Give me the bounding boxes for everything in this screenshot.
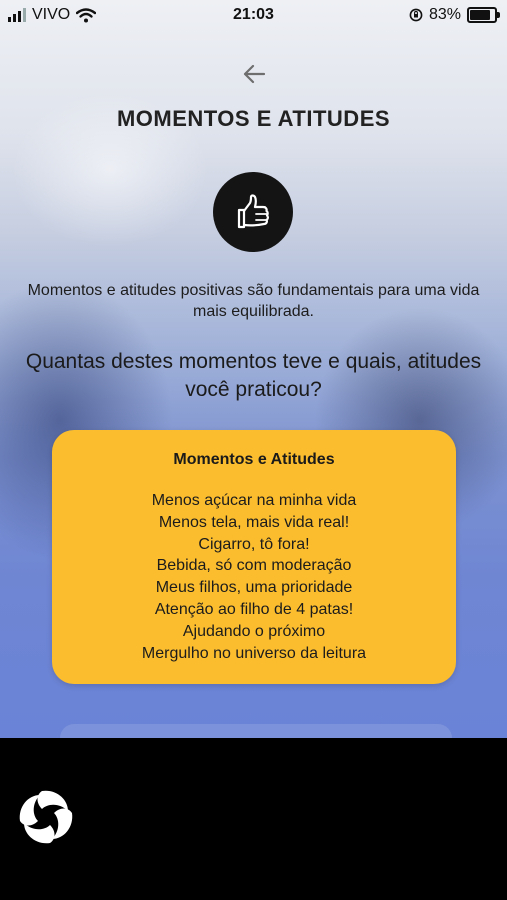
moments-card[interactable]: Momentos e Atitudes Menos açúcar na minh…	[52, 430, 456, 684]
nav-my-performance[interactable]: MEU DESEMPENHO	[414, 800, 507, 840]
status-bar: VIVO 21:03 83%	[0, 0, 507, 30]
moment-item[interactable]: Cigarro, tô fora!	[52, 534, 456, 556]
battery-percent: 83%	[428, 6, 461, 23]
battery-icon	[467, 7, 500, 23]
moments-list: Menos açúcar na minha vida Menos tela, m…	[52, 490, 456, 664]
card-title: Momentos e Atitudes	[173, 451, 335, 468]
moment-item[interactable]: Atenção ao filho de 4 patas!	[52, 599, 456, 621]
arrow-left-icon[interactable]	[238, 58, 270, 90]
moment-item[interactable]: Ajudando o próximo	[52, 621, 456, 643]
moment-item[interactable]: Menos tela, mais vida real!	[52, 512, 456, 534]
nav-insight-of-day[interactable]: INSIGHT DO DIA	[326, 800, 412, 840]
thumbs-up-badge	[213, 172, 293, 252]
app-logo-icon[interactable]	[15, 786, 77, 848]
orientation-lock-icon	[409, 8, 423, 22]
moment-item[interactable]: Bebida, só com moderação	[52, 555, 456, 577]
nav-register-activity[interactable]: REGISTRAR ATIVIDADE	[236, 800, 318, 840]
moment-item[interactable]: Menos açúcar na minha vida	[52, 490, 456, 512]
page-title: MOMENTOS E ATITUDES	[116, 106, 391, 131]
moment-item[interactable]: Meus filhos, uma prioridade	[52, 577, 456, 599]
intro-text: Momentos e atitudes positivas são fundam…	[27, 282, 480, 320]
nav-home[interactable]: HOME	[118, 798, 204, 819]
question-text: Quantas destes momentos teve e quais, at…	[25, 350, 482, 401]
thumbs-up-icon	[237, 194, 269, 229]
moment-item[interactable]: Mergulho no universo da leitura	[52, 643, 456, 665]
